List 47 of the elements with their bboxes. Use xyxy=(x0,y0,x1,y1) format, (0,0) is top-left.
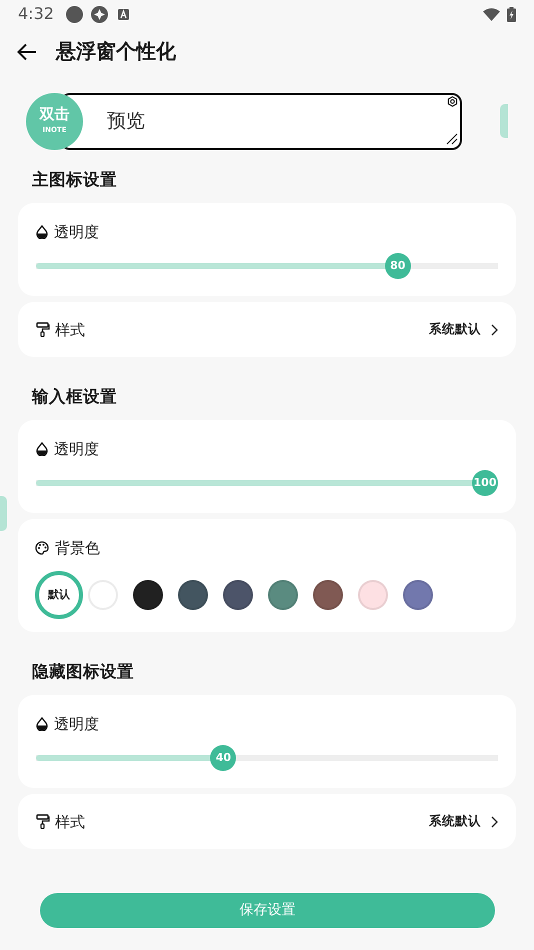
setting-label: 样式 xyxy=(55,812,85,832)
chevron-right-icon xyxy=(491,816,498,828)
battery-icon xyxy=(507,6,516,22)
droplet-icon xyxy=(36,442,48,456)
setting-label: 背景色 xyxy=(55,538,100,559)
notification-dot-icon xyxy=(66,6,83,22)
droplet-icon xyxy=(36,225,48,239)
setting-value: 系统默认 xyxy=(429,812,481,830)
page-title: 悬浮窗个性化 xyxy=(56,38,176,64)
status-time: 4:32 xyxy=(18,3,54,25)
style-row[interactable]: 样式 系统默认 xyxy=(18,794,516,849)
setting-label: 透明度 xyxy=(54,714,99,735)
save-button[interactable]: 保存设置 xyxy=(40,893,495,928)
slider-track[interactable]: 100 xyxy=(36,470,498,496)
slider-thumb[interactable]: 100 xyxy=(472,470,498,496)
palette-icon xyxy=(35,541,49,555)
paint-roller-icon xyxy=(36,814,50,829)
edge-handle[interactable] xyxy=(0,496,7,531)
color-swatch[interactable] xyxy=(313,580,343,610)
setting-label: 透明度 xyxy=(54,439,99,460)
paint-roller-icon xyxy=(36,322,50,337)
settings-icon xyxy=(447,96,458,107)
resize-grip-icon xyxy=(446,133,458,145)
default-color-option[interactable]: 默认 xyxy=(35,571,83,619)
setting-label: 样式 xyxy=(55,320,85,340)
color-swatch[interactable] xyxy=(223,580,253,610)
setting-label: 透明度 xyxy=(54,222,99,243)
preview-text: 预览 xyxy=(107,109,145,134)
style-row[interactable]: 样式 系统默认 xyxy=(18,302,516,357)
slider-thumb[interactable]: 40 xyxy=(210,745,236,771)
color-swatch[interactable] xyxy=(403,580,433,610)
section-title: 主图标设置 xyxy=(32,169,118,191)
color-swatch[interactable] xyxy=(133,580,163,610)
slider-thumb[interactable]: 80 xyxy=(384,253,411,279)
edge-handle[interactable] xyxy=(500,104,508,138)
color-swatch[interactable] xyxy=(178,580,208,610)
section-title: 隐藏图标设置 xyxy=(32,661,135,683)
color-swatch[interactable] xyxy=(268,580,298,610)
slider-track[interactable]: 80 xyxy=(36,253,498,279)
chevron-right-icon xyxy=(491,324,498,336)
setting-value: 系统默认 xyxy=(429,320,481,338)
section-title: 输入框设置 xyxy=(32,386,118,408)
wifi-icon xyxy=(483,8,500,20)
keyboard-a-icon xyxy=(118,8,129,20)
droplet-icon xyxy=(36,717,48,731)
slider-track[interactable]: 40 xyxy=(36,745,498,771)
color-swatch[interactable] xyxy=(358,580,388,610)
